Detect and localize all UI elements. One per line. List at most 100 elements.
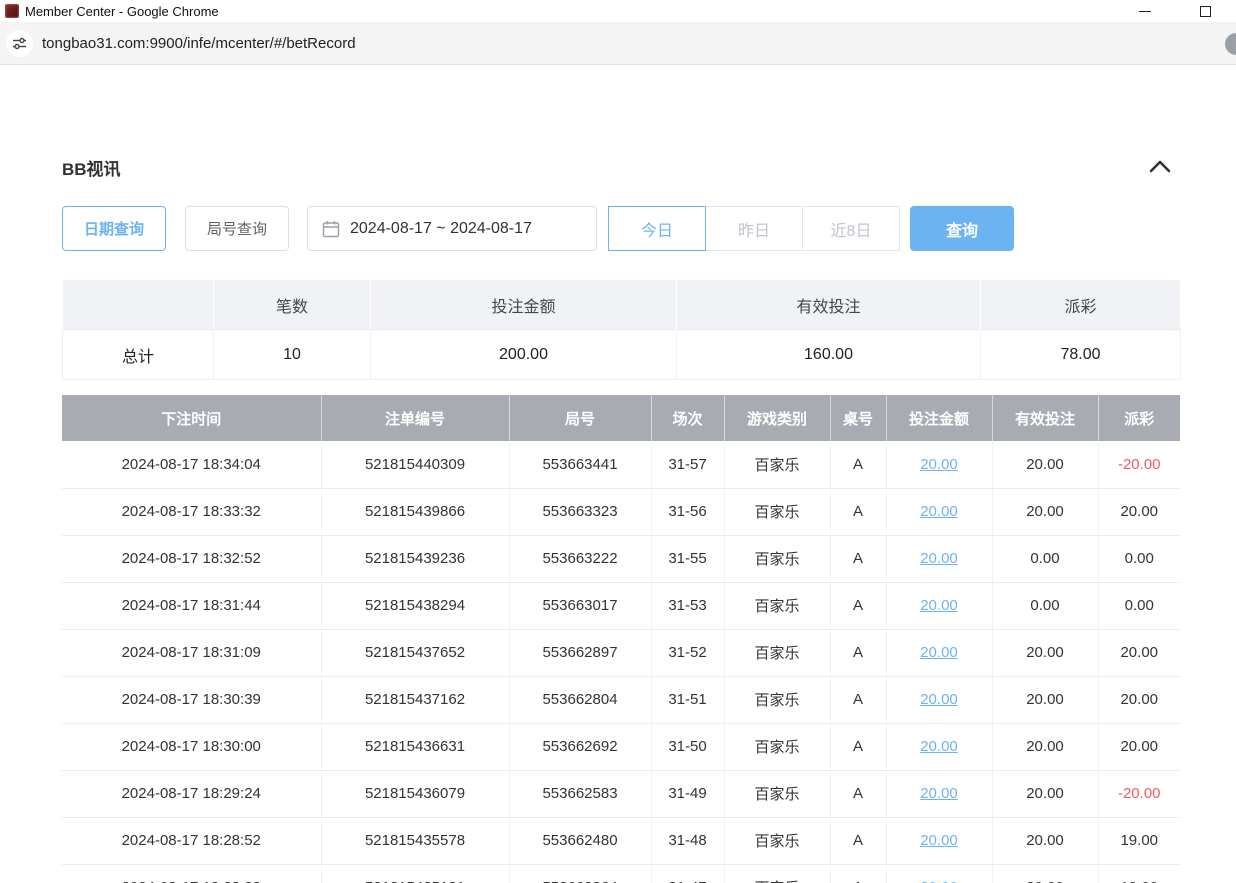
table-row: 2024-08-17 18:30:39 521815437162 5536628… xyxy=(62,676,1180,723)
game-type-cell: 百家乐 xyxy=(724,441,830,488)
bet-amount-link[interactable]: 20.00 xyxy=(920,879,958,883)
bet-amount-cell: 20.00 xyxy=(886,629,992,676)
last-8-days-button[interactable]: 近8日 xyxy=(802,206,900,251)
bet-amount-link[interactable]: 20.00 xyxy=(920,550,958,567)
bet-amount-cell: 20.00 xyxy=(886,488,992,535)
bet-time-cell: 2024-08-17 18:28:52 xyxy=(62,817,321,864)
order-no-cell: 521815439236 xyxy=(321,535,509,582)
window-titlebar: Member Center - Google Chrome xyxy=(0,0,1236,22)
payout-cell: 0.00 xyxy=(1098,582,1180,629)
bet-amount-link[interactable]: 20.00 xyxy=(920,644,958,661)
bet-time-cell: 2024-08-17 18:30:39 xyxy=(62,676,321,723)
order-no-cell: 521815436631 xyxy=(321,723,509,770)
site-settings-button[interactable] xyxy=(6,30,33,57)
valid-bet-cell: 20.00 xyxy=(992,770,1098,817)
header-valid-bet: 有效投注 xyxy=(992,395,1098,441)
table-row: 2024-08-17 18:30:00 521815436631 5536626… xyxy=(62,723,1180,770)
summary-header-blank xyxy=(63,280,214,330)
payout-cell: 20.00 xyxy=(1098,676,1180,723)
maximize-icon xyxy=(1200,6,1211,17)
game-type-cell: 百家乐 xyxy=(724,535,830,582)
bet-amount-link[interactable]: 20.00 xyxy=(920,738,958,755)
round-no-cell: 553662804 xyxy=(509,676,651,723)
header-bet-time: 下注时间 xyxy=(62,395,321,441)
bet-time-cell: 2024-08-17 18:30:00 xyxy=(62,723,321,770)
game-type-cell: 百家乐 xyxy=(724,770,830,817)
table-no-cell: A xyxy=(830,676,886,723)
table-no-cell: A xyxy=(830,817,886,864)
bet-amount-link[interactable]: 20.00 xyxy=(920,456,958,473)
bet-amount-cell: 20.00 xyxy=(886,535,992,582)
header-round-no: 局号 xyxy=(509,395,651,441)
url-text[interactable]: tongbao31.com:9900/infe/mcenter/#/betRec… xyxy=(42,35,356,52)
valid-bet-cell: 20.00 xyxy=(992,629,1098,676)
bet-amount-link[interactable]: 20.00 xyxy=(920,785,958,802)
bet-amount-cell: 20.00 xyxy=(886,723,992,770)
bet-amount-link[interactable]: 20.00 xyxy=(920,597,958,614)
maximize-button[interactable] xyxy=(1192,1,1218,21)
date-range-picker[interactable]: 2024-08-17 ~ 2024-08-17 xyxy=(307,206,597,251)
summary-bet-amount-value: 200.00 xyxy=(371,330,677,380)
session-cell: 31-52 xyxy=(651,629,724,676)
valid-bet-cell: 0.00 xyxy=(992,582,1098,629)
bet-time-cell: 2024-08-17 18:29:24 xyxy=(62,770,321,817)
window-title: Member Center - Google Chrome xyxy=(25,4,219,19)
bet-time-cell: 2024-08-17 18:32:52 xyxy=(62,535,321,582)
minimize-button[interactable] xyxy=(1132,1,1158,21)
game-type-cell: 百家乐 xyxy=(724,817,830,864)
valid-bet-cell: 20.00 xyxy=(992,817,1098,864)
bet-amount-link[interactable]: 20.00 xyxy=(920,503,958,520)
table-row: 2024-08-17 18:29:24 521815436079 5536625… xyxy=(62,770,1180,817)
collapse-panel-button[interactable] xyxy=(1144,153,1176,179)
round-no-cell: 553662897 xyxy=(509,629,651,676)
round-no-cell: 553662364 xyxy=(509,864,651,883)
game-type-cell: 百家乐 xyxy=(724,723,830,770)
address-bar[interactable]: tongbao31.com:9900/infe/mcenter/#/betRec… xyxy=(0,22,1236,65)
window-controls xyxy=(1132,0,1218,22)
table-row: 2024-08-17 18:33:32 521815439866 5536633… xyxy=(62,488,1180,535)
bet-amount-link[interactable]: 20.00 xyxy=(920,691,958,708)
order-no-cell: 521815437162 xyxy=(321,676,509,723)
table-no-cell: A xyxy=(830,535,886,582)
table-no-cell: A xyxy=(830,723,886,770)
summary-header-row: 笔数 投注金额 有效投注 派彩 xyxy=(63,280,1181,330)
bet-amount-link[interactable]: 20.00 xyxy=(920,832,958,849)
bet-time-cell: 2024-08-17 18:31:09 xyxy=(62,629,321,676)
round-no-cell: 553663222 xyxy=(509,535,651,582)
order-no-cell: 521815435131 xyxy=(321,864,509,883)
table-row: 2024-08-17 18:28:22 521815435131 5536623… xyxy=(62,864,1180,883)
search-button[interactable]: 查询 xyxy=(910,206,1014,251)
today-button[interactable]: 今日 xyxy=(608,206,706,251)
session-cell: 31-56 xyxy=(651,488,724,535)
order-no-cell: 521815437652 xyxy=(321,629,509,676)
table-no-cell: A xyxy=(830,864,886,883)
header-bet-amount: 投注金额 xyxy=(886,395,992,441)
table-row: 2024-08-17 18:31:44 521815438294 5536630… xyxy=(62,582,1180,629)
bet-time-cell: 2024-08-17 18:31:44 xyxy=(62,582,321,629)
game-type-cell: 百家乐 xyxy=(724,864,830,883)
browser-avatar-icon[interactable] xyxy=(1225,33,1236,55)
valid-bet-cell: 20.00 xyxy=(992,488,1098,535)
summary-table: 笔数 投注金额 有效投注 派彩 总计 10 200.00 160.00 78.0… xyxy=(62,279,1181,380)
order-no-cell: 521815436079 xyxy=(321,770,509,817)
chevron-up-icon xyxy=(1149,160,1171,173)
summary-header-bet-amount: 投注金额 xyxy=(371,280,677,330)
round-no-cell: 553663323 xyxy=(509,488,651,535)
order-no-cell: 521815435578 xyxy=(321,817,509,864)
bet-amount-cell: 20.00 xyxy=(886,770,992,817)
bet-time-cell: 2024-08-17 18:34:04 xyxy=(62,441,321,488)
yesterday-button[interactable]: 昨日 xyxy=(705,206,803,251)
session-cell: 31-49 xyxy=(651,770,724,817)
app-icon xyxy=(5,4,19,18)
summary-header-valid-bet: 有效投注 xyxy=(677,280,981,330)
date-query-tab[interactable]: 日期查询 xyxy=(62,206,166,251)
bet-record-table: 下注时间 注单编号 局号 场次 游戏类别 桌号 投注金额 有效投注 派彩 202… xyxy=(62,395,1180,883)
round-query-tab[interactable]: 局号查询 xyxy=(185,206,289,251)
summary-header-count: 笔数 xyxy=(214,280,371,330)
round-no-cell: 553662480 xyxy=(509,817,651,864)
valid-bet-cell: 20.00 xyxy=(992,441,1098,488)
summary-header-payout: 派彩 xyxy=(981,280,1181,330)
bet-amount-cell: 20.00 xyxy=(886,582,992,629)
bet-time-cell: 2024-08-17 18:28:22 xyxy=(62,864,321,883)
bet-amount-cell: 20.00 xyxy=(886,441,992,488)
